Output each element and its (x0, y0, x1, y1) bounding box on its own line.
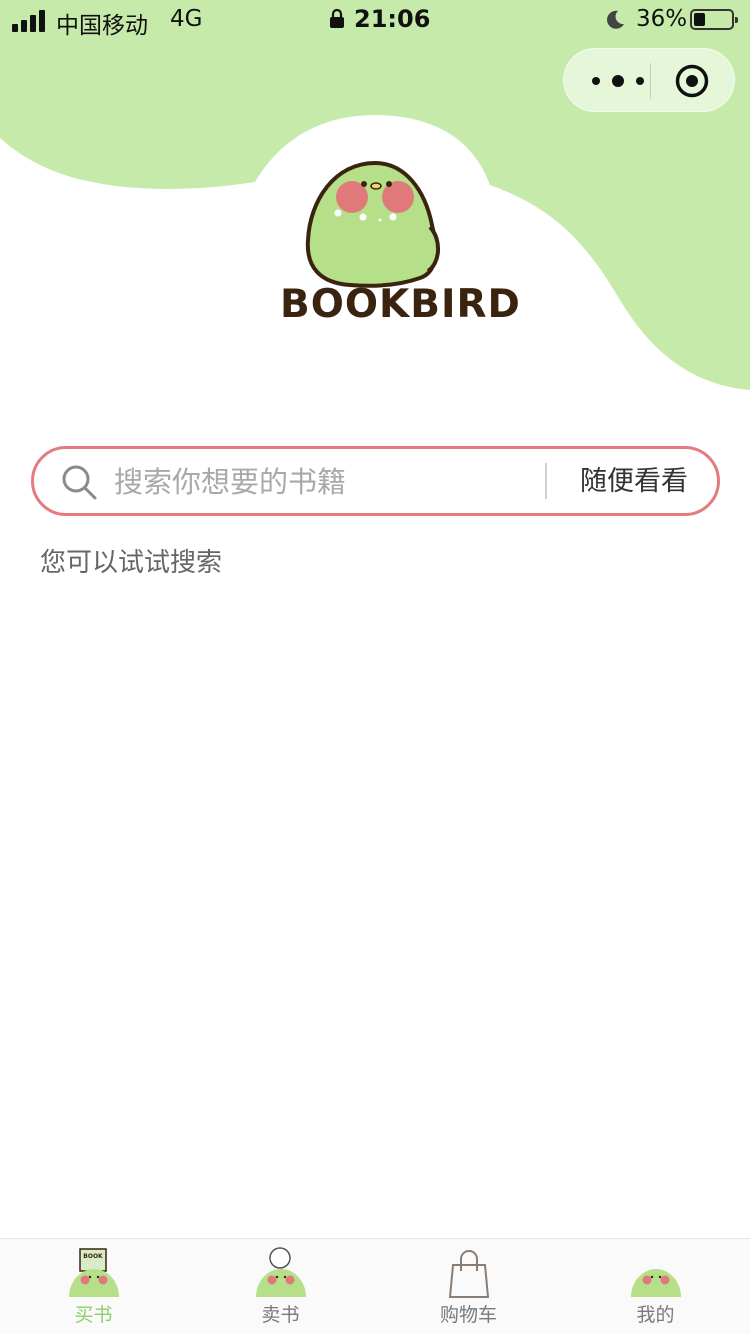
tab-buy-books[interactable]: BOOK 买书 (0, 1239, 187, 1334)
shopping-bag-icon (448, 1250, 490, 1298)
suggestions-label: 您可以试试搜索 (40, 548, 223, 578)
tab-cart[interactable]: 购物车 (375, 1239, 562, 1334)
search-bar: 随便看看 (31, 446, 720, 516)
brand-name: BOOKBIRD (280, 282, 521, 327)
tab-label: 买书 (74, 1304, 113, 1326)
search-divider (545, 463, 547, 499)
random-browse-button[interactable]: 随便看看 (564, 461, 704, 503)
bird-book-icon: BOOK (69, 1248, 119, 1297)
battery-percent: 36% (636, 6, 688, 32)
svg-text:BOOK: BOOK (83, 1253, 103, 1260)
lock-icon (330, 8, 344, 28)
close-target-icon[interactable] (674, 63, 710, 99)
tab-label: 购物车 (439, 1304, 497, 1326)
bird-person-icon (256, 1247, 306, 1297)
tab-mine[interactable]: 我的 (562, 1239, 749, 1334)
search-input[interactable] (114, 457, 534, 507)
signal-icon (12, 10, 48, 32)
status-bar: 中国移动 4G 21:06 36% (0, 0, 750, 40)
network-type: 4G (170, 6, 203, 32)
tab-bar: BOOK 买书 卖书 购物车 我的 (0, 1238, 750, 1334)
tab-label: 我的 (636, 1304, 675, 1326)
bird-face-icon (631, 1269, 681, 1297)
tab-label: 卖书 (261, 1304, 300, 1326)
carrier-name: 中国移动 (56, 13, 148, 39)
status-time: 21:06 (354, 5, 431, 33)
tab-sell-books[interactable]: 卖书 (187, 1239, 374, 1334)
battery-icon (690, 9, 738, 30)
moon-icon (607, 10, 624, 29)
capsule-divider (650, 63, 651, 99)
miniprogram-capsule (563, 48, 735, 112)
search-icon (62, 465, 97, 500)
more-dots-icon[interactable] (586, 67, 650, 95)
